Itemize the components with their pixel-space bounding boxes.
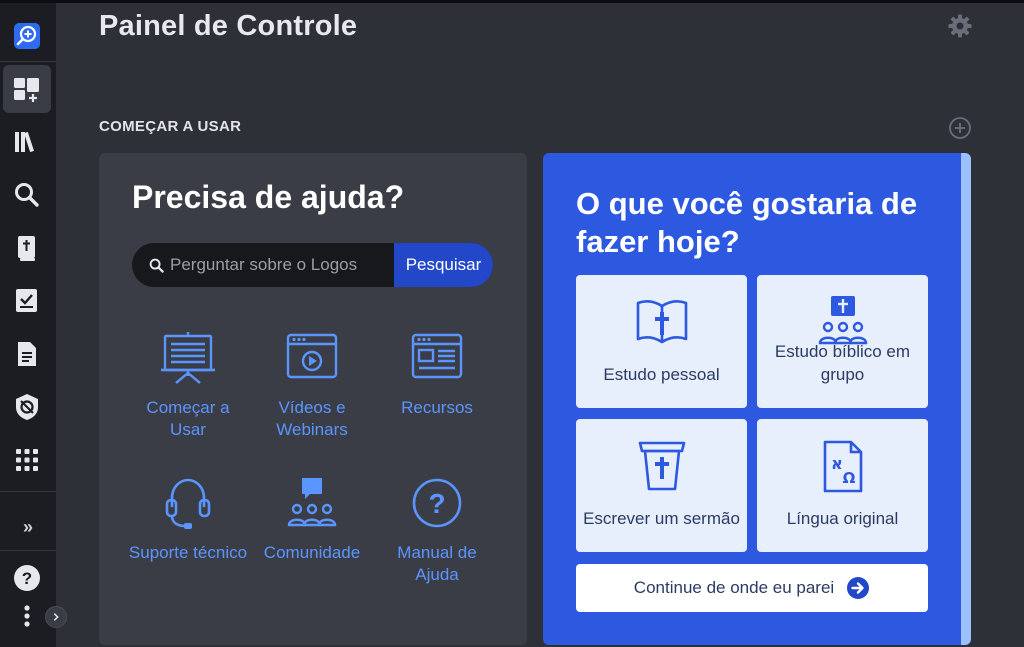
sidebar-divider bbox=[0, 491, 56, 492]
sidebar-item-bible[interactable] bbox=[3, 224, 51, 272]
sidebar-item-search[interactable] bbox=[3, 171, 51, 219]
tile-label: Escrever um sermão bbox=[583, 509, 740, 528]
sidebar-item-documents[interactable] bbox=[3, 330, 51, 378]
open-bible-icon bbox=[636, 300, 687, 344]
help-link-label: Vídeos e Webinars bbox=[276, 398, 348, 439]
group-study-icon bbox=[818, 296, 867, 345]
svg-text:?: ? bbox=[428, 488, 445, 519]
tile-label: Estudo pessoal bbox=[603, 365, 720, 384]
search-icon bbox=[15, 183, 39, 207]
sidebar-divider bbox=[0, 61, 56, 62]
community-chat-icon bbox=[287, 478, 337, 527]
headset-icon bbox=[165, 478, 211, 529]
settings-button[interactable] bbox=[947, 13, 973, 39]
todo-card: O que você gostaria de fazer hoje? Estud… bbox=[543, 153, 971, 645]
help-link-getting-started[interactable]: Começar a Usar bbox=[128, 331, 248, 441]
library-icon bbox=[15, 131, 34, 153]
help-link-resources[interactable]: Recursos bbox=[377, 331, 497, 419]
help-link-support[interactable]: Suporte técnico bbox=[128, 476, 248, 564]
document-icon bbox=[18, 342, 36, 366]
pulpit-icon bbox=[638, 441, 685, 491]
kebab-menu-icon bbox=[24, 605, 30, 627]
help-link-label: Manual de Ajuda bbox=[397, 543, 477, 584]
tile-original-language[interactable]: א Ω Língua original bbox=[757, 419, 928, 552]
search-icon bbox=[149, 258, 164, 273]
help-link-manual[interactable]: ? Manual de Ajuda bbox=[377, 476, 497, 586]
help-title: Precisa de ajuda? bbox=[132, 179, 405, 215]
search-icon-wrap bbox=[132, 258, 170, 273]
help-circle-icon: ? bbox=[14, 565, 40, 591]
reading-plan-icon bbox=[16, 289, 37, 312]
browser-window-icon bbox=[411, 333, 463, 379]
sidebar-item-dashboard[interactable] bbox=[3, 65, 51, 113]
svg-text:א: א bbox=[831, 454, 843, 473]
sidebar-divider bbox=[0, 550, 56, 551]
add-widget-button[interactable] bbox=[948, 116, 972, 140]
sidebar-menu-button[interactable] bbox=[3, 592, 51, 640]
dashboard-icon bbox=[14, 78, 39, 102]
help-link-label: Começar a Usar bbox=[146, 398, 230, 439]
help-search-input[interactable] bbox=[170, 243, 394, 287]
help-link-label: Suporte técnico bbox=[128, 543, 248, 562]
arrow-right-circle-icon bbox=[847, 577, 870, 599]
sidebar-more-button[interactable]: » bbox=[14, 513, 42, 541]
svg-text:Ω: Ω bbox=[842, 469, 855, 487]
bible-icon bbox=[18, 236, 35, 261]
sidebar-item-guides[interactable] bbox=[3, 383, 51, 431]
svg-text:?: ? bbox=[22, 569, 32, 588]
continue-button-label: Continue de onde eu parei bbox=[633, 578, 835, 597]
expand-sidebar-button[interactable] bbox=[45, 606, 67, 628]
scrollbar[interactable] bbox=[961, 153, 971, 645]
top-border bbox=[0, 0, 1024, 3]
apps-grid-icon bbox=[16, 449, 38, 471]
plus-circle-icon bbox=[949, 117, 971, 139]
presentation-board-icon bbox=[161, 332, 215, 384]
sidebar-item-apps[interactable] bbox=[3, 436, 51, 484]
help-card: Precisa de ajuda? Pesquisar bbox=[99, 153, 527, 645]
tile-label: Língua original bbox=[786, 509, 899, 528]
continue-button[interactable]: Continue de onde eu parei bbox=[576, 564, 928, 612]
help-search-box: Pesquisar bbox=[132, 243, 493, 287]
sidebar-item-reading-plans[interactable] bbox=[3, 277, 51, 325]
page-title: Painel de Controle bbox=[99, 10, 358, 42]
sidebar: » ? bbox=[0, 3, 67, 647]
logos-search-icon bbox=[14, 23, 40, 49]
todo-title: O que você gostaria de fazer hoje? bbox=[576, 186, 918, 259]
help-link-community[interactable]: Comunidade bbox=[252, 476, 372, 564]
video-window-icon bbox=[286, 333, 338, 379]
tile-write-sermon[interactable]: Escrever um sermão bbox=[576, 419, 747, 552]
hebrew-greek-document-icon: א Ω bbox=[823, 440, 862, 493]
help-link-videos[interactable]: Vídeos e Webinars bbox=[252, 331, 372, 441]
tile-group-study[interactable]: Estudo bíblico em grupo bbox=[757, 275, 928, 408]
logos-search-button[interactable] bbox=[3, 12, 51, 60]
section-title: COMEÇAR A USAR bbox=[99, 118, 242, 135]
guide-icon bbox=[16, 394, 38, 420]
question-circle-icon: ? bbox=[412, 478, 462, 528]
gear-icon bbox=[948, 14, 972, 38]
help-link-label: Recursos bbox=[401, 398, 473, 417]
chevron-right-icon bbox=[53, 613, 59, 621]
search-button[interactable]: Pesquisar bbox=[394, 243, 493, 287]
sidebar-item-library[interactable] bbox=[3, 118, 51, 166]
double-chevron-right-icon: » bbox=[22, 516, 33, 537]
tile-personal-study[interactable]: Estudo pessoal bbox=[576, 275, 747, 408]
help-link-label: Comunidade bbox=[263, 543, 361, 562]
